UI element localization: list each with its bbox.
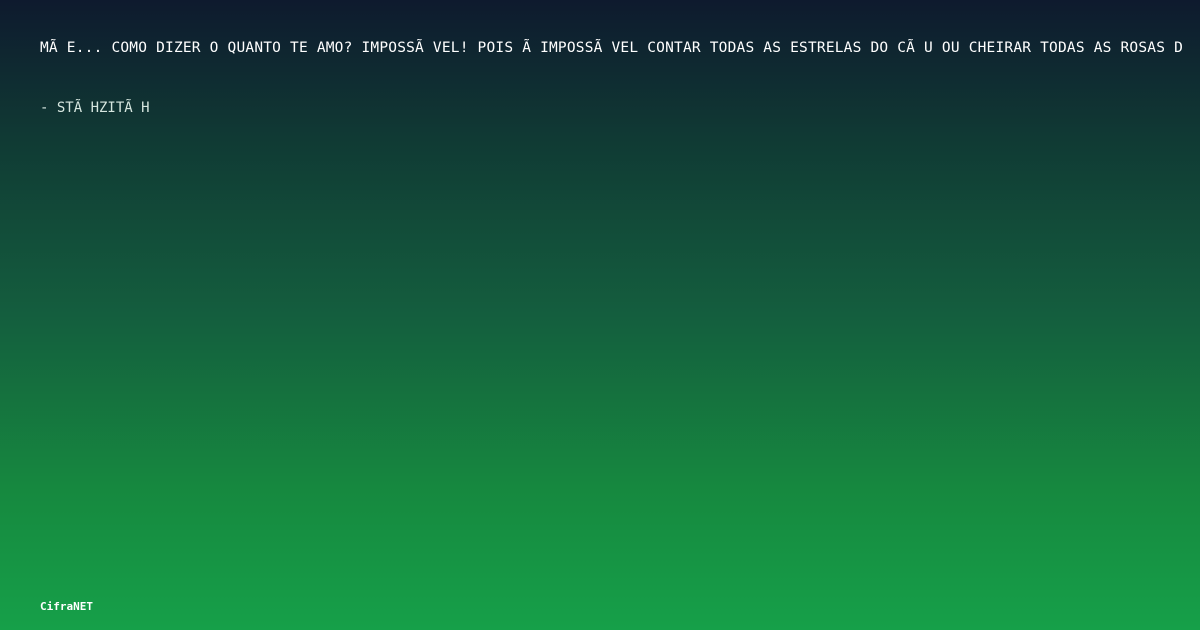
quote-text: MÃ E... COMO DIZER O QUANTO TE AMO? IMPO…	[40, 40, 1184, 56]
quote-author: - STÃ HZITÃ H	[40, 100, 150, 116]
share-card: { "quote": { "text": "MÃ E... COMO DIZER…	[0, 0, 1200, 630]
brand-logo-text: CifraNET	[40, 600, 93, 613]
